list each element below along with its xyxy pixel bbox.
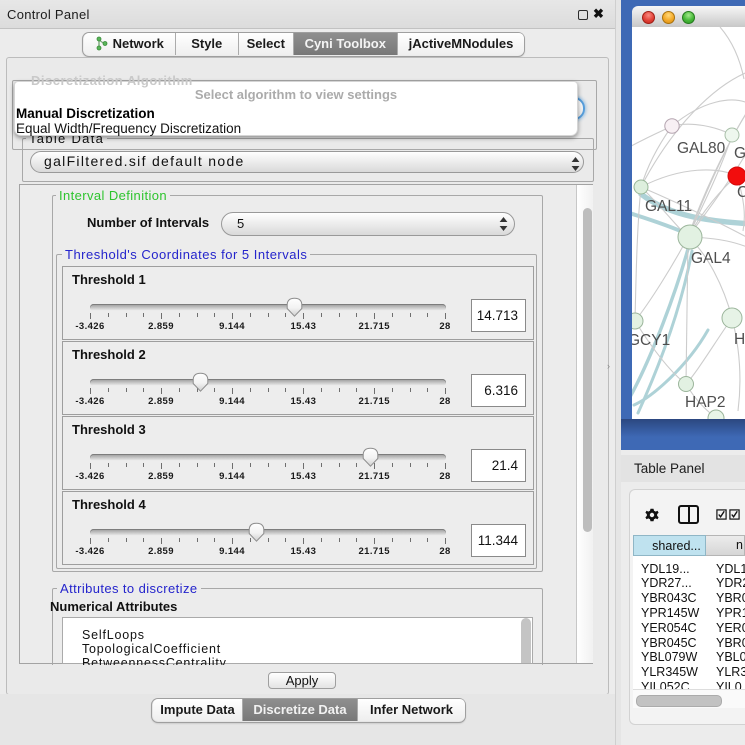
- svg-text:HAP2: HAP2: [685, 394, 726, 411]
- svg-text:GCY1: GCY1: [632, 332, 670, 349]
- svg-text:C: C: [737, 184, 745, 201]
- svg-text:GAL80: GAL80: [677, 140, 726, 157]
- svg-text:H: H: [734, 331, 745, 348]
- svg-text:GAL4: GAL4: [691, 250, 731, 267]
- svg-text:GAL11: GAL11: [645, 198, 692, 215]
- svg-text:GA: GA: [734, 145, 745, 162]
